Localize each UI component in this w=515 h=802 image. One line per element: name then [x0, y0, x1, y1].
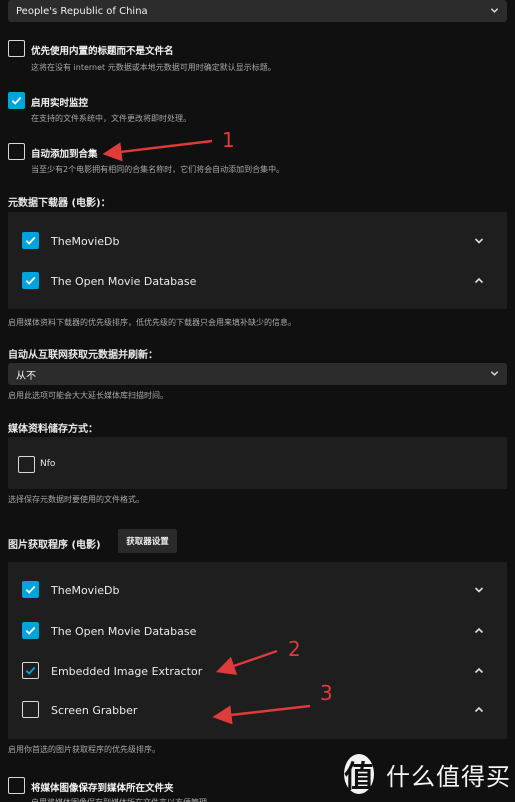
annotation-number-1: 1: [222, 128, 235, 152]
annotation-number-2: 2: [288, 637, 301, 661]
annotation-arrow-1: [102, 139, 213, 162]
annotation-number-3: 3: [320, 681, 333, 705]
annotation-arrow-3: [212, 704, 311, 725]
annotation-arrow-2: [215, 649, 278, 675]
watermark: 值 什么值得买: [344, 752, 511, 796]
annotation-arrows: [102, 139, 311, 725]
watermark-text: 什么值得买: [386, 762, 511, 791]
watermark-logo: 值: [344, 754, 374, 795]
